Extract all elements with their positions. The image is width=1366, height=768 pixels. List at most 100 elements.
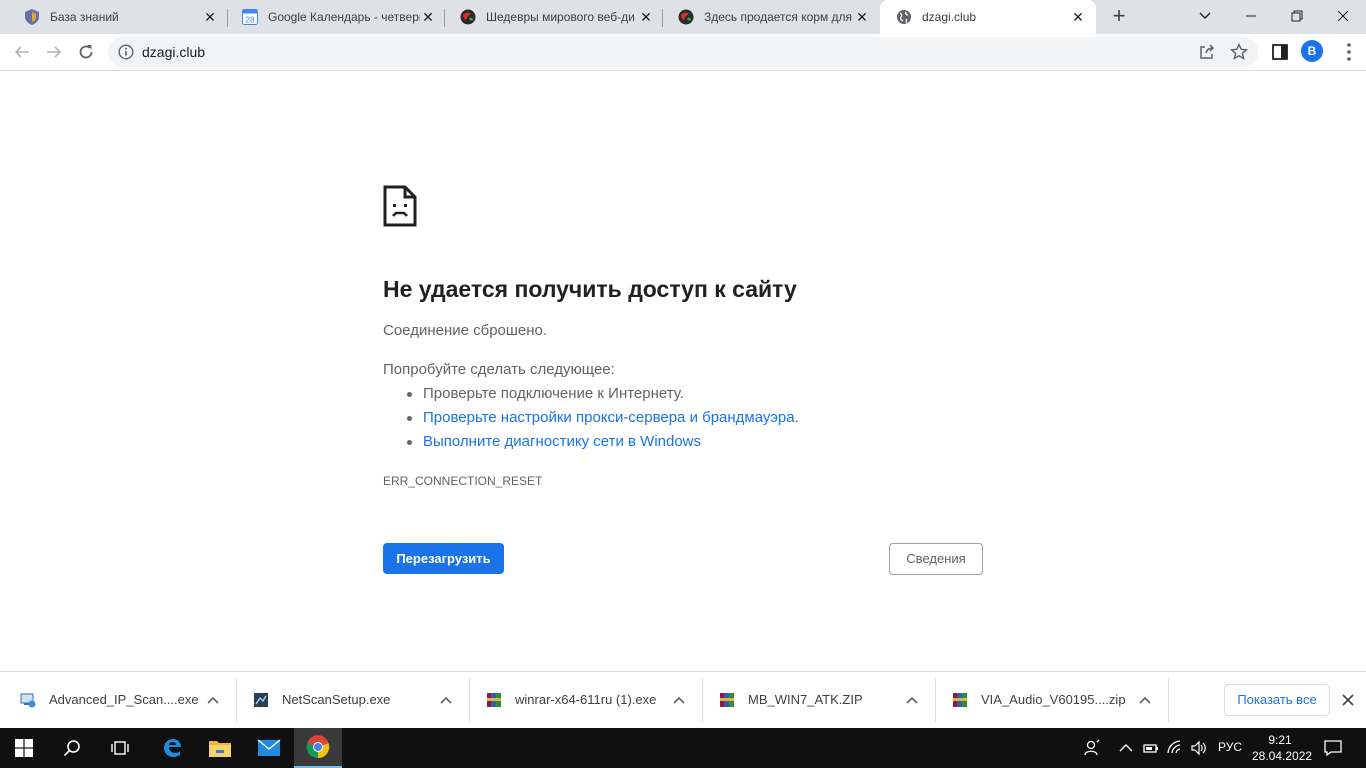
search-icon xyxy=(63,740,80,757)
taskbar-search-button[interactable] xyxy=(48,728,96,768)
reload-icon xyxy=(79,45,93,59)
close-icon[interactable] xyxy=(1340,692,1356,708)
proxy-settings-link[interactable]: Проверьте настройки прокси-сервера и бра… xyxy=(423,409,795,426)
task-view-button[interactable] xyxy=(96,728,144,768)
suggestions-heading: Попробуйте сделать следующее: xyxy=(383,361,615,378)
chrome-icon xyxy=(306,735,330,759)
tab-title: Здесь продается корм для г xyxy=(704,10,854,24)
tab-dzagi-club[interactable]: dzagi.club ✕ xyxy=(880,0,1096,34)
tab-strip: База знаний ✕ 28 Google Календарь - четв… xyxy=(0,0,1366,34)
chevron-up-icon[interactable] xyxy=(905,693,919,707)
winrar-icon xyxy=(487,693,501,707)
download-filename: winrar-x64-611ru (1).exe xyxy=(515,692,657,707)
system-clock[interactable]: 9:21 28.04.2022 xyxy=(1252,732,1313,764)
language-indicator[interactable]: РУС xyxy=(1218,740,1242,754)
taskbar-edge[interactable] xyxy=(148,728,196,768)
netscan-icon xyxy=(254,693,268,707)
tab-title: Google Календарь - четверг xyxy=(268,10,420,24)
clock-date: 28.04.2022 xyxy=(1252,749,1313,763)
clock-time: 9:21 xyxy=(1268,733,1292,747)
chevron-up-icon[interactable] xyxy=(1138,693,1152,707)
tab-title: База знаний xyxy=(50,10,119,24)
profile-avatar[interactable]: B xyxy=(1301,40,1323,62)
taskbar-mail[interactable] xyxy=(245,728,293,768)
windows-logo-icon xyxy=(15,739,33,757)
tab-close-icon[interactable]: ✕ xyxy=(638,9,654,25)
download-filename: VIA_Audio_V60195....zip xyxy=(981,692,1126,707)
download-item[interactable]: winrar-x64-611ru (1).exe xyxy=(466,672,702,729)
chevron-up-icon[interactable] xyxy=(439,693,453,707)
tab-close-icon[interactable]: ✕ xyxy=(420,9,436,25)
wifi-icon[interactable] xyxy=(1166,739,1184,757)
download-item[interactable]: VIA_Audio_V60195....zip xyxy=(932,672,1168,729)
people-icon[interactable] xyxy=(1083,739,1101,757)
suggestion-text: Проверьте подключение к Интернету. xyxy=(423,385,684,402)
show-all-downloads-button[interactable]: Показать все xyxy=(1224,684,1330,716)
suggestions-list: Проверьте подключение к Интернету. Прове… xyxy=(405,385,799,457)
address-bar[interactable]: dzagi.club xyxy=(108,37,1258,67)
tab-web-design[interactable]: Шедевры мирового веб-ди ✕ xyxy=(444,0,664,34)
chevron-up-icon[interactable] xyxy=(1117,739,1135,757)
error-code: ERR_CONNECTION_RESET xyxy=(383,474,543,488)
reload-page-button[interactable]: Перезагрузить xyxy=(383,543,504,574)
winrar-icon xyxy=(720,693,734,707)
restore-button[interactable] xyxy=(1274,0,1320,32)
notification-center-icon[interactable] xyxy=(1323,738,1343,758)
winrar-icon xyxy=(953,693,967,707)
forward-button[interactable] xyxy=(42,40,66,64)
error-title: Не удается получить доступ к сайту xyxy=(383,276,797,302)
new-tab-button[interactable]: + xyxy=(1108,5,1130,28)
windows-taskbar: РУС 9:21 28.04.2022 xyxy=(0,728,1366,768)
suggestion-network-diagnostics: Выполните диагностику сети в Windows xyxy=(405,433,799,457)
download-item[interactable]: Advanced_IP_Scan....exe xyxy=(0,672,236,729)
info-icon[interactable] xyxy=(118,44,134,60)
download-item[interactable]: NetScanSetup.exe xyxy=(233,672,469,729)
globe-favicon-icon xyxy=(896,9,912,25)
calendar-icon-date: 28 xyxy=(246,16,255,25)
minimize-button[interactable] xyxy=(1228,0,1274,32)
suggestion-proxy-firewall: Проверьте настройки прокси-сервера и бра… xyxy=(405,409,799,433)
details-button[interactable]: Сведения xyxy=(889,543,983,575)
tab-search-button[interactable] xyxy=(1182,0,1228,32)
tab-close-icon[interactable]: ✕ xyxy=(202,9,218,25)
shield-favicon-icon xyxy=(24,9,40,25)
suggestion-period: . xyxy=(794,409,799,426)
volume-icon[interactable] xyxy=(1190,739,1208,757)
side-panel-icon[interactable] xyxy=(1270,42,1290,62)
arrow-left-icon xyxy=(14,46,29,58)
sad-document-icon xyxy=(383,185,417,227)
restore-icon xyxy=(1291,10,1303,22)
close-window-button[interactable] xyxy=(1320,0,1366,32)
calendar-favicon-icon: 28 xyxy=(242,9,258,25)
network-diagnostics-link[interactable]: Выполните диагностику сети в Windows xyxy=(423,433,701,450)
taskbar-chrome[interactable] xyxy=(294,728,342,768)
task-view-icon xyxy=(111,741,129,755)
tab-title: Шедевры мирового веб-ди xyxy=(486,10,635,24)
globe-colored-favicon-icon xyxy=(678,9,694,25)
tab-knowledge-base[interactable]: База знаний ✕ xyxy=(8,0,228,34)
start-button[interactable] xyxy=(0,728,48,768)
share-icon[interactable] xyxy=(1198,43,1216,61)
url-text[interactable]: dzagi.club xyxy=(142,44,205,60)
tab-close-icon[interactable]: ✕ xyxy=(854,9,870,25)
tab-close-icon[interactable]: ✕ xyxy=(1070,9,1086,25)
more-menu-icon[interactable] xyxy=(1339,41,1359,63)
back-button[interactable] xyxy=(10,40,34,64)
battery-icon[interactable] xyxy=(1142,739,1160,757)
chevron-up-icon[interactable] xyxy=(672,693,686,707)
arrow-right-icon xyxy=(47,46,62,58)
tab-pet-food[interactable]: Здесь продается корм для г ✕ xyxy=(662,0,880,34)
browser-toolbar: dzagi.club B xyxy=(0,34,1366,71)
minimize-icon xyxy=(1246,15,1256,17)
download-filename: MB_WIN7_ATK.ZIP xyxy=(748,692,863,707)
globe-colored-favicon-icon xyxy=(460,9,476,25)
reload-button[interactable] xyxy=(74,40,98,64)
tab-google-calendar[interactable]: 28 Google Календарь - четверг ✕ xyxy=(226,0,446,34)
taskbar-file-explorer[interactable] xyxy=(196,728,244,768)
suggestion-check-connection: Проверьте подключение к Интернету. xyxy=(405,385,799,409)
download-item[interactable]: MB_WIN7_ATK.ZIP xyxy=(699,672,935,729)
tab-title: dzagi.club xyxy=(922,10,977,24)
chevron-up-icon[interactable] xyxy=(206,693,220,707)
bookmark-star-icon[interactable] xyxy=(1230,43,1248,61)
chevron-down-icon xyxy=(1199,12,1211,19)
